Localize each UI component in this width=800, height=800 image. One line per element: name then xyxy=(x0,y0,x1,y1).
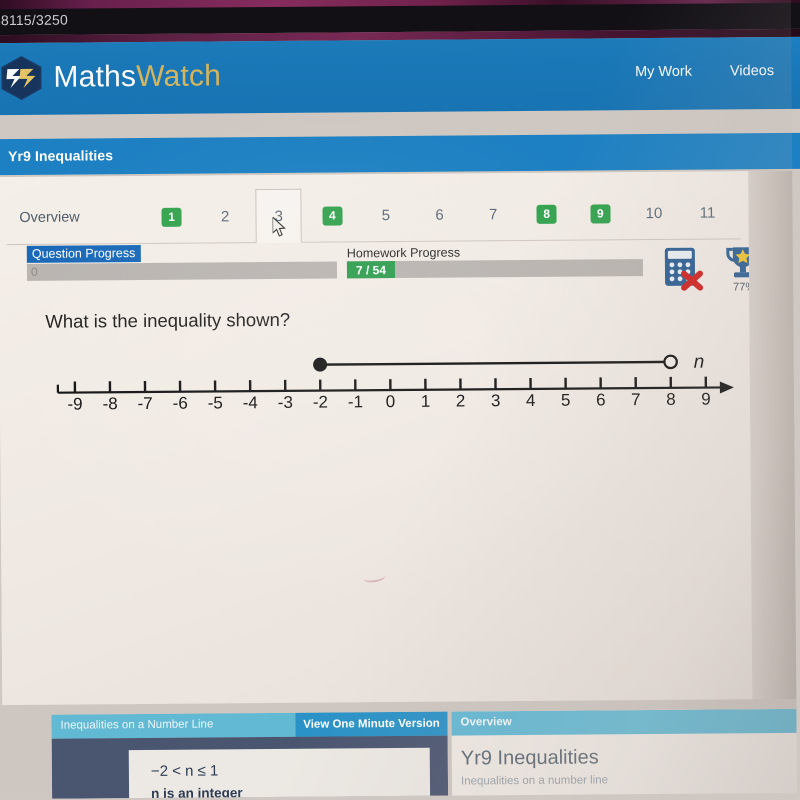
screenshot-root: 538115/3250 MathsWatch My Work Videos My xyxy=(0,0,800,800)
overview-panel-subtitle: Inequalities on a number line xyxy=(460,774,609,788)
question-tabstrip: Overview 123456789101112 xyxy=(0,185,770,246)
tab-question-7-label: 7 xyxy=(488,205,498,223)
overview-panel: Overview Yr9 Inequalities Inequalities o… xyxy=(451,708,798,796)
view-one-minute-version-button[interactable]: View One Minute Version xyxy=(295,711,448,737)
nav-item-my-work[interactable]: My Work xyxy=(635,64,692,80)
number-line-tick-9: 9 xyxy=(701,389,711,409)
number-line-tick--7: -7 xyxy=(137,393,153,414)
question-progress-value: 0 xyxy=(30,264,38,279)
question-card: Overview 123456789101112 Question Progre… xyxy=(0,171,770,708)
site-header: MathsWatch My Work Videos My xyxy=(0,36,800,116)
number-line-tick-5: 5 xyxy=(560,390,571,410)
number-line-tick-7: 7 xyxy=(631,390,641,410)
number-line-tick-1: 1 xyxy=(420,391,431,411)
number-line-tick-6: 6 xyxy=(595,390,606,410)
number-line-tick--9: -9 xyxy=(67,394,83,414)
tab-question-9[interactable]: 9 xyxy=(577,186,623,240)
number-line-tick-3: 3 xyxy=(490,391,501,411)
question-progress-block: Question Progress 0 xyxy=(26,244,338,281)
logo-wordmark: MathsWatch xyxy=(53,59,222,94)
page-edge-right xyxy=(748,170,797,710)
tab-question-8[interactable]: 8 xyxy=(524,187,570,241)
overview-panel-header: Overview xyxy=(451,708,797,736)
mathswatch-hex-logo-icon xyxy=(0,55,44,101)
video-panel-body[interactable]: −2 < n ≤ 1 n is an integer xyxy=(51,735,449,799)
tab-overview[interactable]: Overview xyxy=(6,190,92,245)
tab-question-10-label: 10 xyxy=(645,204,663,222)
number-line-tick--1: -1 xyxy=(347,392,364,412)
overview-panel-title: Yr9 Inequalities xyxy=(460,746,599,770)
tab-question-11-label: 11 xyxy=(699,204,716,222)
number-line-tick--5: -5 xyxy=(207,393,223,413)
tab-question-4[interactable]: 4 xyxy=(309,188,355,242)
number-line-tick--8: -8 xyxy=(102,394,118,414)
logo-text-maths: Maths xyxy=(53,60,137,94)
tab-question-11[interactable]: 11 xyxy=(684,185,730,239)
tab-question-6-label: 6 xyxy=(435,206,444,224)
homework-progress-value: 7 / 54 xyxy=(346,261,396,279)
video-slide: −2 < n ≤ 1 n is an integer xyxy=(128,747,431,799)
question-progress-label: Question Progress xyxy=(26,245,141,263)
number-line-tick--3: -3 xyxy=(277,392,293,412)
nav-item-videos[interactable]: Videos xyxy=(730,63,774,79)
video-slide-inequality: −2 < n ≤ 1 xyxy=(150,762,219,780)
main-nav: My Work Videos My xyxy=(635,63,800,80)
video-panel: Inequalities on a Number Line View One M… xyxy=(51,711,449,799)
number-line-tick-0: 0 xyxy=(385,392,396,412)
number-line-tick--2: -2 xyxy=(312,392,329,412)
assignment-title-bar: Yr9 Inequalities xyxy=(0,132,800,176)
calculator-not-allowed-icon xyxy=(663,247,711,291)
tab-question-10[interactable]: 10 xyxy=(631,186,677,240)
homework-progress-bar: 7 / 54 xyxy=(346,259,644,279)
site-logo[interactable]: MathsWatch xyxy=(0,53,221,101)
url-text: 538115/3250 xyxy=(0,11,68,29)
tab-question-1[interactable]: 1 xyxy=(148,190,194,244)
homework-progress-block: Homework Progress 7 / 54 xyxy=(346,244,644,279)
video-panel-header: Inequalities on a Number Line View One M… xyxy=(51,711,448,739)
tab-question-7[interactable]: 7 xyxy=(470,187,516,241)
tab-question-1-label: 1 xyxy=(161,207,182,227)
tab-question-5-label: 5 xyxy=(381,206,391,224)
homework-progress-label: Homework Progress xyxy=(346,245,461,261)
number-line-tick-8: 8 xyxy=(666,389,676,409)
number-line-tick-4: 4 xyxy=(525,390,536,411)
overview-panel-header-label: Overview xyxy=(460,716,512,729)
video-slide-note: n is an integer xyxy=(151,785,243,799)
tab-question-4-label: 4 xyxy=(322,205,343,226)
number-line-figure: n -9 -8 -7 -6 -5 -4 -3 -2 -1 0 1 2 3 4 5 6 7 8 9 xyxy=(54,345,735,430)
video-panel-title: Inequalities on a Number Line xyxy=(60,718,214,732)
number-line-variable-label: n xyxy=(693,351,705,373)
number-line-tick--4: -4 xyxy=(242,393,258,413)
tab-question-6[interactable]: 6 xyxy=(416,188,462,242)
tab-question-8-label: 8 xyxy=(536,204,557,224)
mouse-cursor xyxy=(271,215,289,239)
tab-question-5[interactable]: 5 xyxy=(363,188,409,242)
number-line-tick-2: 2 xyxy=(455,391,466,411)
tab-question-2[interactable]: 2 xyxy=(202,189,248,243)
question-text: What is the inequality shown? xyxy=(45,308,291,332)
tab-question-9-label: 9 xyxy=(590,203,611,223)
progress-row: Question Progress 0 Homework Progress 7 … xyxy=(0,239,749,303)
logo-text-watch: Watch xyxy=(136,59,222,94)
assignment-title: Yr9 Inequalities xyxy=(7,147,114,165)
question-progress-bar: 0 xyxy=(26,261,338,281)
tab-overview-label: Overview xyxy=(19,209,80,226)
tab-question-2-label: 2 xyxy=(220,207,230,225)
number-line-tick--6: -6 xyxy=(172,393,188,413)
